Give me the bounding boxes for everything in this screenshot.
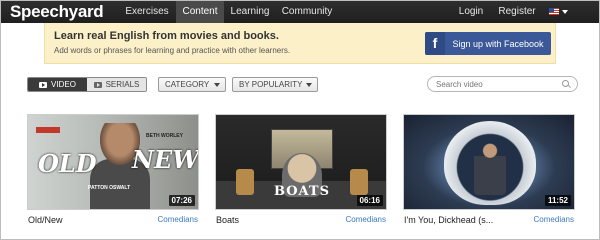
video-duration: 06:16 [356,195,383,206]
site-logo[interactable]: Speechyard [10,2,104,22]
nav-item-exercises[interactable]: Exercises [118,1,176,23]
video-icon [39,81,48,88]
top-nav-bar: Speechyard Exercises Content Learning Co… [1,1,599,23]
content-type-toggle: VIDEO SERIALS [27,77,147,92]
video-card[interactable]: 11:52 I'm You, Dickhead (s... Comedians [403,114,575,227]
nav-item-community[interactable]: Community [276,1,338,23]
facebook-icon: f [425,32,445,55]
video-title[interactable]: Old/New [28,215,63,225]
us-flag-icon[interactable] [549,8,559,15]
login-link[interactable]: Login [453,1,489,23]
tab-video-label: VIDEO [51,80,76,89]
video-category-link[interactable]: Comedians [158,215,198,224]
chevron-down-icon[interactable] [562,10,568,14]
thumbnail-text: NEW [132,145,199,174]
promo-title: Learn real English from movies and books… [54,30,279,42]
video-duration: 11:52 [544,195,571,206]
video-category-link[interactable]: Comedians [534,215,574,224]
video-card[interactable]: OLD NEW BETH WORLEY PATTON OSWALT 07:26 … [27,114,199,227]
video-category-link[interactable]: Comedians [346,215,386,224]
thumbnail-graphic [474,141,506,195]
category-select-label: CATEGORY [165,80,210,89]
category-select[interactable]: CATEGORY [158,77,226,92]
thumbnail-text: BETH WORLEY [146,133,183,139]
video-thumbnail[interactable]: 11:52 [403,114,575,210]
chevron-down-icon [306,83,312,87]
video-duration: 07:26 [168,195,195,206]
sort-select[interactable]: BY POPULARITY [232,77,318,92]
video-title[interactable]: Boats [216,215,239,225]
tab-serials[interactable]: SERIALS [87,78,146,91]
search-input[interactable] [427,76,578,92]
facebook-signup-label: Sign up with Facebook [452,38,544,49]
video-thumbnail[interactable]: BOATS 06:16 [215,114,387,210]
promo-banner: Learn real English from movies and books… [44,23,556,64]
video-thumbnail[interactable]: OLD NEW BETH WORLEY PATTON OSWALT 07:26 [27,114,199,210]
thumbnail-text: OLD [38,149,97,178]
video-title[interactable]: I'm You, Dickhead (s... [404,215,493,225]
video-icon [93,81,102,88]
register-link[interactable]: Register [495,1,539,23]
promo-subtitle: Add words or phrases for learning and pr… [54,46,291,55]
facebook-signup-button[interactable]: f Sign up with Facebook [425,32,551,55]
nav-item-learning[interactable]: Learning [224,1,276,23]
tab-video[interactable]: VIDEO [28,78,87,91]
nav-item-content[interactable]: Content [176,1,224,23]
page: Speechyard Exercises Content Learning Co… [0,0,600,240]
search-icon[interactable] [562,80,569,87]
chevron-down-icon [214,83,220,87]
video-card[interactable]: BOATS 06:16 Boats Comedians [215,114,387,227]
sort-select-label: BY POPULARITY [239,80,303,89]
thumbnail-text: PATTON OSWALT [88,185,131,191]
tab-serials-label: SERIALS [105,80,140,89]
thumbnail-graphic [36,127,60,133]
